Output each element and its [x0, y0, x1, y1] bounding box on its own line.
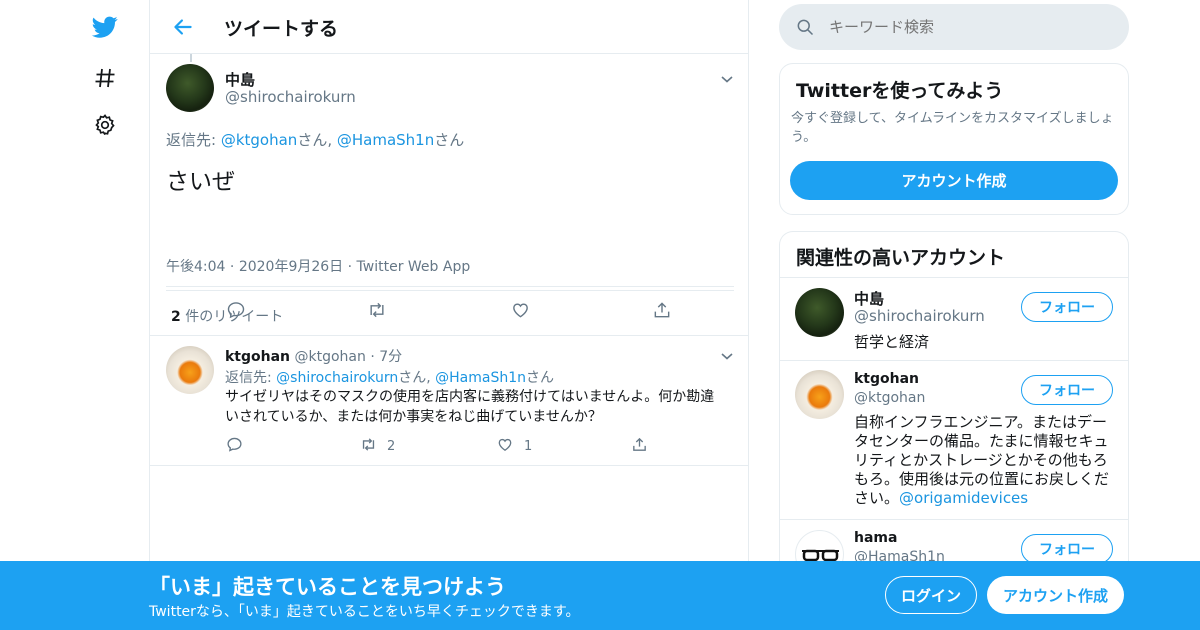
avatar[interactable]	[795, 288, 844, 337]
follow-button[interactable]: フォロー	[1021, 534, 1113, 564]
account-name[interactable]: 中島	[854, 288, 884, 309]
reply-icon[interactable]	[226, 300, 246, 320]
retweet-icon[interactable]	[366, 300, 388, 320]
share-icon[interactable]	[631, 436, 648, 453]
retweet-button[interactable]: 2	[359, 436, 395, 457]
bottom-signup-bar: 「いま」起きていることを見つけよう Twitterなら、「いま」起きていることを…	[0, 561, 1200, 630]
settings-gear-icon[interactable]	[88, 108, 122, 142]
author-name[interactable]: ktgohan	[225, 349, 290, 365]
tweet-meta: 午後4:04 · 2020年9月26日 · Twitter Web App	[166, 256, 470, 276]
account-handle[interactable]: @ktgohan	[854, 390, 925, 406]
twitter-logo-icon[interactable]	[88, 10, 122, 44]
avatar[interactable]	[166, 346, 214, 394]
mention-link[interactable]: @shirochairokurn	[276, 370, 398, 386]
account-item[interactable]: 中島 @shirochairokurn 哲学と経済 フォロー	[780, 277, 1128, 360]
left-nav	[0, 0, 150, 630]
create-account-button[interactable]: アカウント作成	[790, 161, 1118, 200]
avatar[interactable]	[166, 64, 214, 112]
reply-suffix: さん,	[297, 131, 337, 149]
mention-link[interactable]: @ktgohan	[221, 131, 297, 149]
page-title: ツイートする	[224, 18, 339, 40]
reply-icon[interactable]	[226, 436, 243, 453]
follow-button[interactable]: フォロー	[1021, 375, 1113, 405]
login-button[interactable]: ログイン	[885, 576, 977, 614]
divider	[166, 286, 734, 287]
meta-separator: ·	[347, 259, 353, 275]
back-arrow-icon[interactable]	[170, 14, 196, 40]
account-handle[interactable]: @shirochairokurn	[854, 307, 985, 325]
tweet-date[interactable]: 2020年9月26日	[239, 259, 343, 275]
account-item[interactable]: ktgohan @ktgohan 自称インフラエンジニア。またはデータセンターの…	[780, 360, 1128, 519]
mention-link[interactable]: @HamaSh1n	[435, 370, 526, 386]
reply-tweet[interactable]: ktgohan @ktgohan · 7分 返信先: @shirochairok…	[150, 336, 748, 466]
related-accounts-title: 関連性の高いアカウント	[796, 247, 1006, 269]
divider	[166, 290, 734, 291]
reply-context: 返信先: @ktgohanさん, @HamaSh1nさん	[166, 129, 464, 150]
reply-suffix: さん	[526, 370, 555, 386]
hashtag-icon[interactable]	[88, 61, 122, 95]
share-icon[interactable]	[652, 300, 672, 320]
author-name[interactable]: 中島	[225, 69, 255, 90]
reply-prefix: 返信先:	[225, 370, 277, 386]
bottom-bar-subtext: Twitterなら、「いま」起きていることをいち早くチェックできます。	[149, 604, 580, 620]
reply-prefix: 返信先:	[166, 131, 221, 149]
tweet-age[interactable]: 7分	[379, 349, 402, 365]
reply-header: ktgohan @ktgohan · 7分	[225, 346, 402, 366]
reply-suffix: さん	[434, 131, 465, 149]
like-heart-icon[interactable]	[510, 300, 531, 320]
like-count: 1	[524, 439, 533, 454]
focused-tweet: 中島 @shirochairokurn 返信先: @ktgohanさん, @Ha…	[150, 54, 748, 336]
account-item[interactable]: hama @HamaSh1n フォロー	[780, 519, 1128, 566]
bio-mention-link[interactable]: @origamidevices	[899, 489, 1028, 507]
reply-suffix: さん,	[398, 370, 436, 386]
thread-line	[190, 54, 192, 62]
create-account-button[interactable]: アカウント作成	[987, 576, 1124, 614]
chevron-down-icon[interactable]	[720, 71, 734, 85]
page-header: ツイートする	[150, 0, 748, 54]
main-column: ツイートする 中島 @shirochairokurn 返信先: @ktgohan…	[149, 0, 749, 630]
account-name[interactable]: ktgohan	[854, 371, 919, 387]
bottom-bar-headline: 「いま」起きていることを見つけよう	[149, 575, 506, 599]
author-handle[interactable]: @ktgohan	[294, 349, 365, 365]
retweet-icon	[359, 436, 378, 457]
like-heart-icon	[496, 436, 514, 457]
signup-card-description: 今すぐ登録して、タイムラインをカスタマイズしましょう。	[791, 111, 1114, 145]
tweet-text: さいぜ	[166, 169, 235, 195]
like-button[interactable]: 1	[496, 436, 532, 457]
retweet-count: 2	[387, 439, 396, 454]
tweet-source[interactable]: Twitter Web App	[357, 259, 471, 275]
avatar[interactable]	[795, 370, 844, 419]
meta-separator: ·	[229, 259, 235, 275]
search-input[interactable]	[829, 16, 1109, 38]
tweet-text: サイゼリヤはそのマスクの使用を店内客に義務付けてはいませんよ。何か勘違いされてい…	[225, 389, 715, 425]
signup-card-title: Twitterを使ってみよう	[796, 80, 1004, 102]
account-bio: 自称インフラエンジニア。またはデータセンターの備品。たまに情報セキュリティとかス…	[854, 413, 1114, 508]
account-bio: 哲学と経済	[854, 333, 930, 351]
meta-separator: ·	[370, 349, 375, 365]
retweet-count: 2	[171, 309, 181, 325]
author-handle[interactable]: @shirochairokurn	[225, 88, 356, 106]
search-box[interactable]	[779, 4, 1129, 50]
related-accounts-card: 関連性の高いアカウント 中島 @shirochairokurn 哲学と経済 フォ…	[779, 231, 1129, 566]
account-name[interactable]: hama	[854, 530, 897, 546]
signup-card: Twitterを使ってみよう 今すぐ登録して、タイムラインをカスタマイズしましょ…	[779, 63, 1129, 215]
mention-link[interactable]: @HamaSh1n	[337, 131, 434, 149]
reply-context: 返信先: @shirochairokurnさん, @HamaSh1nさん	[225, 367, 554, 387]
chevron-down-icon[interactable]	[720, 348, 734, 362]
search-icon	[795, 17, 815, 41]
follow-button[interactable]: フォロー	[1021, 292, 1113, 322]
tweet-time[interactable]: 午後4:04	[166, 259, 225, 275]
